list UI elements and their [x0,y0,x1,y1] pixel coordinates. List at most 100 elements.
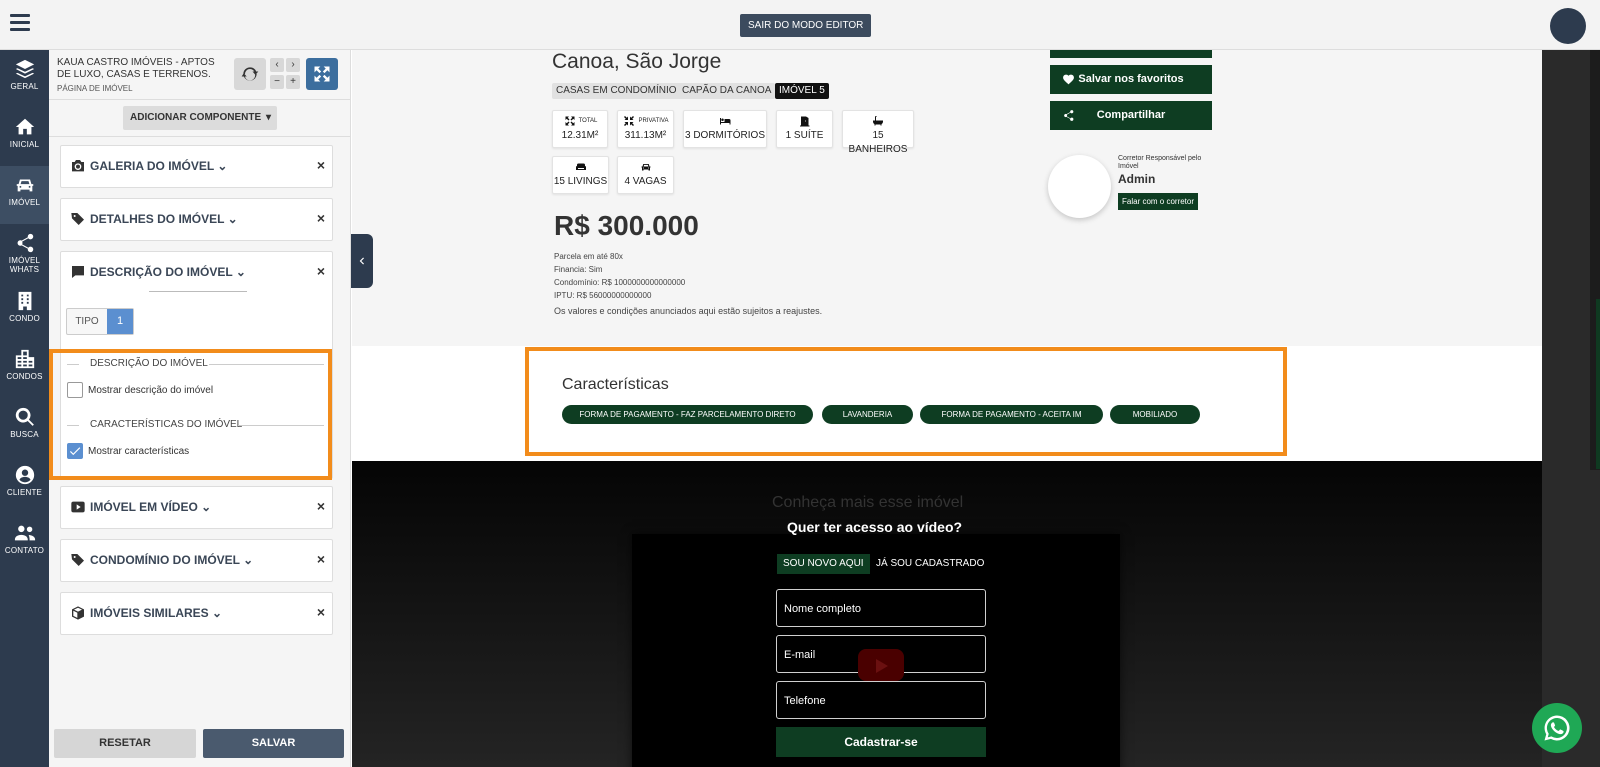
tipo-option-1[interactable]: 1 [107,309,133,334]
camera-icon [72,159,84,172]
panel-header: KAUA CASTRO IMÓVEIS - APTOS DE LUXO, CAS… [49,50,351,100]
rail-item-contato[interactable]: CONTATO [0,514,49,572]
tags-icon [71,553,84,566]
avatar[interactable] [1550,8,1586,44]
chevron-left-icon [359,257,364,265]
installments-text: Parcela em até 80x [554,252,623,261]
rail-item-imovel-whats[interactable]: IMÓVEL WHATS [0,224,49,282]
spec-livings: 15 LIVINGS [552,156,609,194]
sofa-icon [575,163,586,170]
favorite-button[interactable]: Salvar nos favoritos [1050,65,1212,94]
tab-new-user[interactable]: SOU NOVO AQUI [777,554,870,574]
component-video[interactable]: IMÓVEL EM VÍDEO ⌄ × [60,486,333,529]
exit-editor-button[interactable]: SAIR DO MODO EDITOR [740,14,872,37]
condo-fee-text: Condomínio: R$ 1000000000000000 [554,278,686,287]
financing-text: Financia: Sim [554,265,603,274]
highlight-box [49,349,332,480]
close-icon[interactable]: × [317,158,325,172]
rail-item-imovel[interactable]: IMÓVEL [0,166,49,224]
share-icon [1064,110,1074,121]
search-icon [15,407,34,426]
bath-icon [873,116,883,126]
tag-city[interactable]: CAPÃO DA CANOA [678,83,776,99]
component-similar[interactable]: IMÓVEIS SIMILARES ⌄ × [60,592,333,635]
whatsapp-icon [1544,715,1570,741]
whatsapp-button[interactable] [1532,703,1582,753]
left-rail: GERAL INICIAL IMÓVEL IMÓVEL WHATS CONDO … [0,50,49,767]
add-component-select[interactable]: ADICIONAR COMPONENTE ▾ [123,106,277,130]
right-gutter [1542,50,1600,767]
contact-agent-button[interactable]: Falar com o corretor [1118,193,1199,210]
spec-suite: 1 SUÍTE [776,110,833,148]
close-icon[interactable]: × [317,552,325,566]
zoom-in-icon[interactable]: + [286,75,300,89]
menu-icon[interactable] [10,14,30,34]
chevron-down-icon: ⌄ [217,159,228,173]
tipo-selector[interactable]: TIPO 1 [66,308,134,335]
agent-caption: Corretor Responsável pelo Imóvel [1118,155,1202,170]
city-icon [15,349,34,369]
chevron-down-icon: ⌄ [235,265,246,279]
close-icon[interactable]: × [317,605,325,619]
chevron-down-icon: ⌄ [227,212,238,226]
rail-item-condo[interactable]: CONDO [0,282,49,340]
phone-field[interactable]: Telefone [776,681,986,719]
expand-arrows-icon [565,116,575,126]
video-section: Conheça mais esse imóvel Quer ter acesso… [352,461,1542,767]
panel-divider [49,136,351,137]
tab-registered-user[interactable]: JÁ SOU CADASTRADO [876,554,984,574]
price-disclaimer: Os valores e condições anunciados aqui e… [554,306,823,316]
tipo-label: TIPO [75,316,99,327]
component-details[interactable]: DETALHES DO IMÓVEL ⌄ × [60,198,333,241]
save-button[interactable]: SALVAR [203,729,344,758]
top-bar: SAIR DO MODO EDITOR [0,0,1600,50]
chevron-right-icon[interactable]: › [286,58,300,72]
chevron-down-icon: ⌄ [201,500,212,514]
refresh-button[interactable] [234,58,266,90]
property-title: Canoa, São Jorge [552,50,722,73]
rail-item-condos[interactable]: CONDOS [0,340,49,398]
close-icon[interactable]: × [317,499,325,513]
zoom-out-icon[interactable]: − [270,75,284,89]
play-icon [858,649,904,681]
rail-item-geral[interactable]: GERAL [0,50,49,108]
highlight-box [525,347,1287,456]
collapse-panel-button[interactable] [351,234,373,288]
spec-private-area: PRIVATIVA 311.13M² [617,110,674,148]
home-icon [15,118,34,135]
agent-photo [1048,155,1111,218]
comment-icon [72,265,84,278]
bed-icon [720,118,731,125]
name-field[interactable]: Nome completo [776,589,986,627]
tag-property-id: IMÓVEL 5 [775,83,829,99]
youtube-icon [71,501,85,513]
component-gallery[interactable]: GALERIA DO IMÓVEL ⌄ × [60,145,333,188]
chevron-down-icon: ⌄ [243,553,254,567]
chevron-down-icon: ⌄ [212,606,223,620]
user-icon [15,465,34,485]
iptu-text: IPTU: R$ 56000000000000 [554,291,652,300]
rail-item-busca[interactable]: BUSCA [0,398,49,456]
close-icon[interactable]: × [317,211,325,225]
tags-icon [71,212,84,225]
rail-item-inicial[interactable]: INICIAL [0,108,49,166]
close-icon[interactable]: × [317,264,325,278]
register-button[interactable]: Cadastrar-se [776,727,986,757]
agent-name: Admin [1118,172,1156,186]
reset-button[interactable]: RESETAR [54,729,196,758]
spec-total-area: TOTAL 12.31M² [552,110,608,148]
chevron-left-icon[interactable]: ‹ [270,58,284,72]
layers-icon [15,59,34,79]
compress-arrows-icon [624,116,635,126]
tag-category[interactable]: CASAS EM CONDOMÍNIO [552,83,681,99]
page-name: PÁGINA DE IMÓVEL [57,84,133,93]
contact-button-partial[interactable] [1050,50,1212,58]
rail-item-cliente[interactable]: CLIENTE [0,456,49,514]
car-icon [641,164,650,171]
video-section-heading: Conheça mais esse imóvel [772,494,964,511]
component-condo[interactable]: CONDOMÍNIO DO IMÓVEL ⌄ × [60,539,333,582]
fullscreen-button[interactable] [306,58,338,90]
share-button[interactable]: Compartilhar [1050,101,1212,130]
divider [149,291,247,292]
spec-bathrooms: 15 BANHEIROS [842,110,914,155]
